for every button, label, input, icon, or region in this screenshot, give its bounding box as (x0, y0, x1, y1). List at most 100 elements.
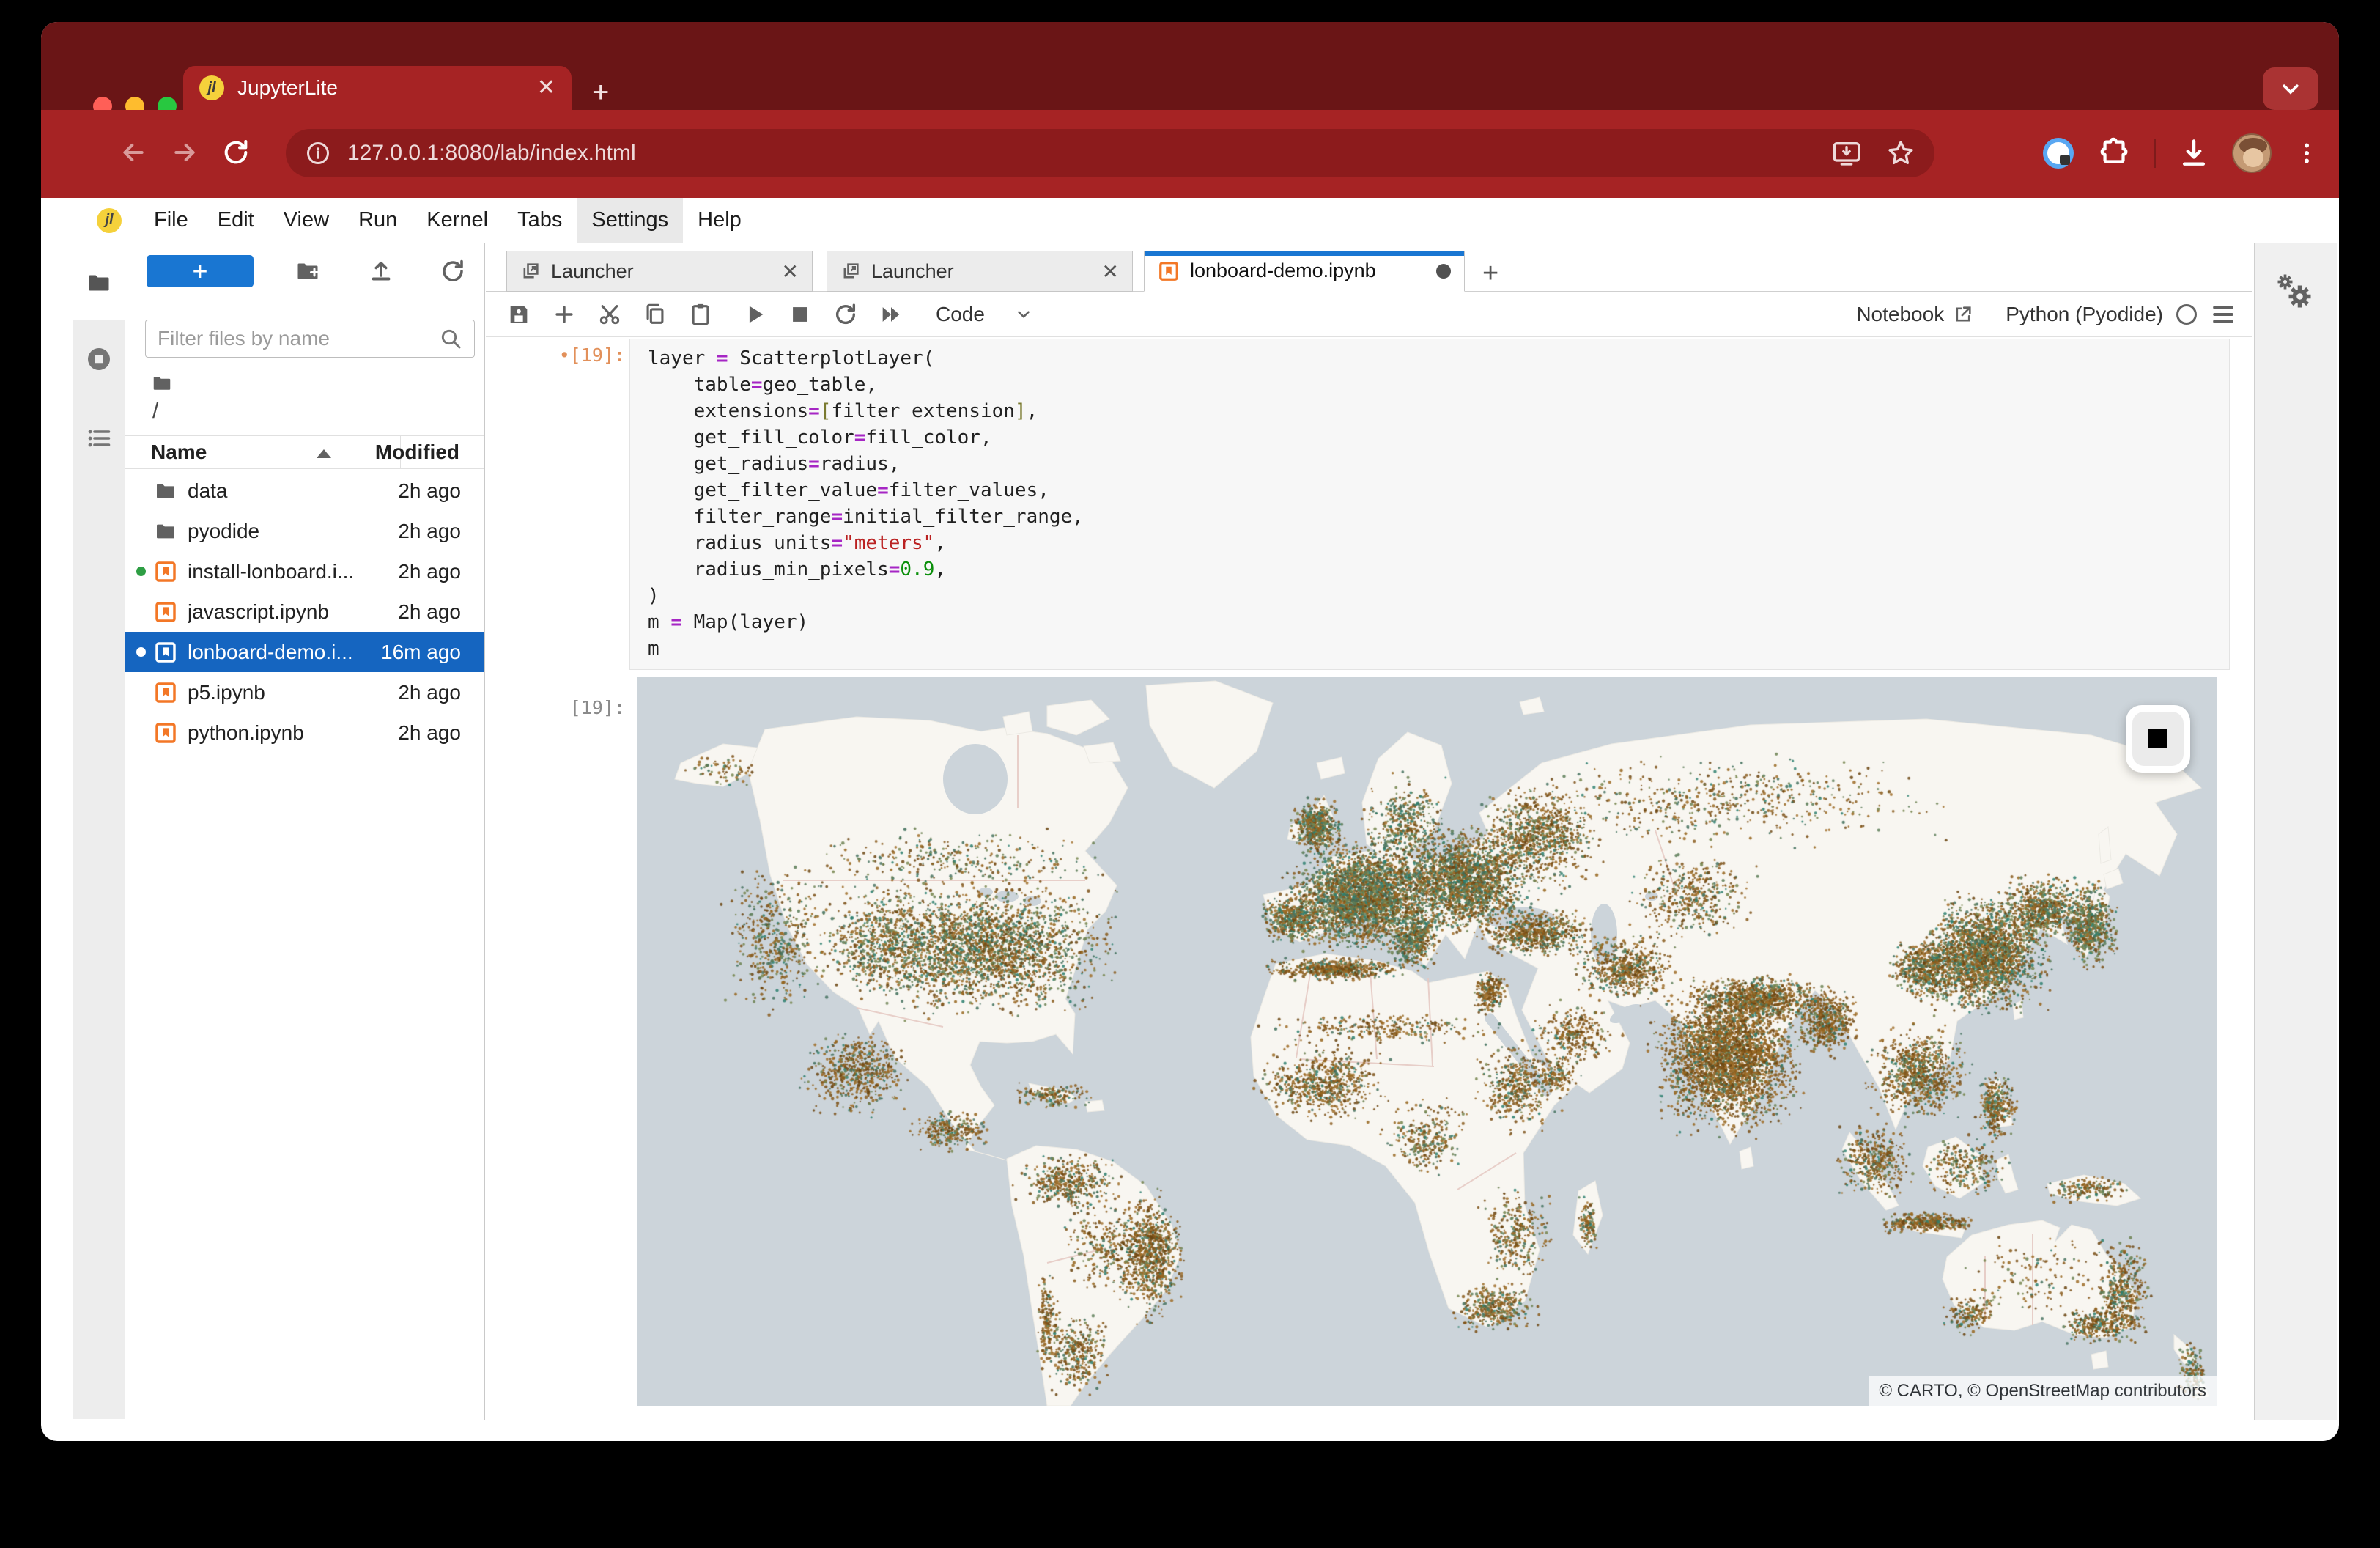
menu-run[interactable]: Run (344, 198, 412, 243)
code-line-2: extensions=[filter_extension], (648, 400, 1038, 422)
profile-avatar[interactable] (2232, 133, 2272, 173)
notebook-mode-label[interactable]: Notebook (1856, 303, 1944, 326)
external-link-icon[interactable] (1953, 304, 1973, 325)
menu-tabs[interactable]: Tabs (503, 198, 577, 243)
folder-icon (157, 524, 174, 538)
add-cell-icon[interactable] (552, 302, 577, 327)
refresh-icon[interactable] (440, 258, 466, 284)
tab-search-button[interactable] (2263, 67, 2318, 110)
filter-files-input[interactable]: Filter files by name (145, 320, 475, 358)
bookmark-star-icon[interactable] (1886, 139, 1915, 168)
url-bar[interactable]: 127.0.0.1:8080/lab/index.html (286, 129, 1934, 177)
kernel-name-label[interactable]: Python (Pyodide) (2006, 303, 2163, 326)
password-manager-icon[interactable] (2041, 136, 2076, 171)
kernel-status-icon[interactable] (2176, 303, 2197, 325)
file-browser-icon[interactable] (86, 270, 112, 296)
paste-cell-icon[interactable] (688, 302, 713, 327)
file-name: javascript.ipynb (188, 600, 329, 623)
map-fullscreen-button[interactable] (2126, 705, 2190, 773)
file-row-install-lonboard-i-[interactable]: install-lonboard.i... 2h ago (125, 551, 484, 591)
breadcrumb-home-icon[interactable] (151, 372, 173, 394)
file-modified: 2h ago (398, 479, 461, 502)
column-name[interactable]: Name (151, 441, 207, 464)
running-kernels-icon[interactable] (86, 346, 112, 372)
file-row-p5-ipynb[interactable]: p5.ipynb 2h ago (125, 672, 484, 712)
save-icon[interactable] (506, 302, 531, 327)
map-button-inner (2132, 712, 2184, 766)
file-row-lonboard-demo-i-[interactable]: lonboard-demo.i... 16m ago (125, 632, 484, 672)
restart-run-all-icon[interactable] (879, 302, 903, 327)
menu-file[interactable]: File (139, 198, 203, 243)
tab-launcher-2[interactable]: Launcher ✕ (827, 251, 1133, 292)
code-line-1: table=geo_table, (648, 374, 878, 396)
back-button[interactable] (111, 130, 155, 174)
notebook-icon (155, 722, 176, 743)
restart-kernel-icon[interactable] (833, 302, 858, 327)
run-cell-icon[interactable] (742, 302, 767, 327)
reload-button[interactable] (214, 130, 258, 174)
column-modified[interactable]: Modified (375, 441, 459, 464)
forward-button[interactable] (163, 130, 207, 174)
file-row-pyodide[interactable]: pyodide 2h ago (125, 511, 484, 551)
launcher-icon (523, 263, 539, 279)
filter-placeholder: Filter files by name (158, 327, 330, 350)
upload-icon[interactable] (368, 258, 394, 284)
menu-kernel[interactable]: Kernel (412, 198, 503, 243)
new-folder-icon[interactable] (295, 258, 321, 284)
file-modified: 2h ago (398, 720, 461, 744)
file-list-header[interactable]: Name Modified (125, 435, 484, 469)
site-info-icon[interactable] (305, 140, 331, 166)
stop-kernel-icon[interactable] (788, 302, 813, 327)
file-name: lonboard-demo.i... (188, 640, 353, 663)
chevron-down-icon[interactable] (1014, 305, 1033, 324)
menu-settings[interactable]: Settings (577, 197, 684, 243)
file-row-data[interactable]: data 2h ago (125, 471, 484, 511)
toolbar-menu-icon[interactable] (2211, 305, 2235, 324)
code-line-11: m (648, 638, 659, 660)
menu-view[interactable]: View (269, 198, 344, 243)
add-tab-button[interactable]: + (1482, 258, 1498, 290)
toolbar-separator (2154, 139, 2156, 168)
cell-type-dropdown[interactable]: Code (936, 303, 985, 326)
chrome-toolbar: 127.0.0.1:8080/lab/index.html (41, 110, 2339, 198)
cut-cell-icon[interactable] (597, 302, 622, 327)
extension-row (2041, 129, 2320, 177)
file-row-python-ipynb[interactable]: python.ipynb 2h ago (125, 712, 484, 753)
file-row-javascript-ipynb[interactable]: javascript.ipynb 2h ago (125, 591, 484, 632)
file-name: p5.ipynb (188, 680, 265, 704)
launcher-icon (843, 263, 859, 279)
code-line-6: filter_range=initial_filter_range, (648, 506, 1084, 528)
browser-window: jl JupyterLite ✕ + 127.0.0.1:8080/lab/in… (41, 22, 2339, 1441)
chrome-tab-strip: jl JupyterLite ✕ + (41, 22, 2339, 116)
unsaved-changes-dot (1436, 263, 1451, 279)
new-tab-button[interactable]: + (592, 76, 609, 109)
browser-tab[interactable]: jl JupyterLite ✕ (183, 66, 572, 110)
breadcrumb-root[interactable]: / (152, 399, 158, 424)
code-editor[interactable]: layer = ScatterplotLayer( table=geo_tabl… (629, 339, 2230, 670)
file-list: data 2h ago pyodide 2h ago install-lonboard.… (125, 471, 484, 753)
cast-icon[interactable] (1832, 139, 1861, 168)
close-tab-icon[interactable]: ✕ (782, 259, 799, 284)
osm-link[interactable]: © OpenStreetMap (1967, 1381, 2110, 1401)
url-text: 127.0.0.1:8080/lab/index.html (347, 141, 636, 165)
close-tab-icon[interactable]: ✕ (537, 77, 555, 99)
copy-cell-icon[interactable] (643, 302, 668, 327)
property-inspector-gears-icon[interactable] (2272, 273, 2316, 317)
notebook-icon (155, 601, 176, 622)
tab-lonboard-demo[interactable]: lonboard-demo.ipynb (1144, 251, 1465, 292)
notebook-scroll-area[interactable]: •[19]: layer = ScatterplotLayer( table=g… (486, 337, 2252, 1420)
browser-menu-icon[interactable] (2294, 140, 2320, 166)
new-launcher-button[interactable]: + (147, 255, 254, 287)
menu-help[interactable]: Help (683, 198, 756, 243)
screenshot-stage: jl JupyterLite ✕ + 127.0.0.1:8080/lab/in… (0, 0, 2380, 1548)
carto-link[interactable]: © CARTO, (1879, 1381, 1967, 1401)
menu-edit[interactable]: Edit (203, 198, 269, 243)
file-name: python.ipynb (188, 720, 304, 744)
tab-launcher-1[interactable]: Launcher ✕ (506, 251, 813, 292)
table-of-contents-icon[interactable] (86, 425, 112, 452)
file-modified: 2h ago (398, 559, 461, 583)
downloads-icon[interactable] (2178, 137, 2210, 169)
map-output[interactable]: © CARTO, © OpenStreetMap contributors (637, 677, 2217, 1406)
extensions-puzzle-icon[interactable] (2098, 136, 2132, 170)
close-tab-icon[interactable]: ✕ (1102, 259, 1119, 284)
